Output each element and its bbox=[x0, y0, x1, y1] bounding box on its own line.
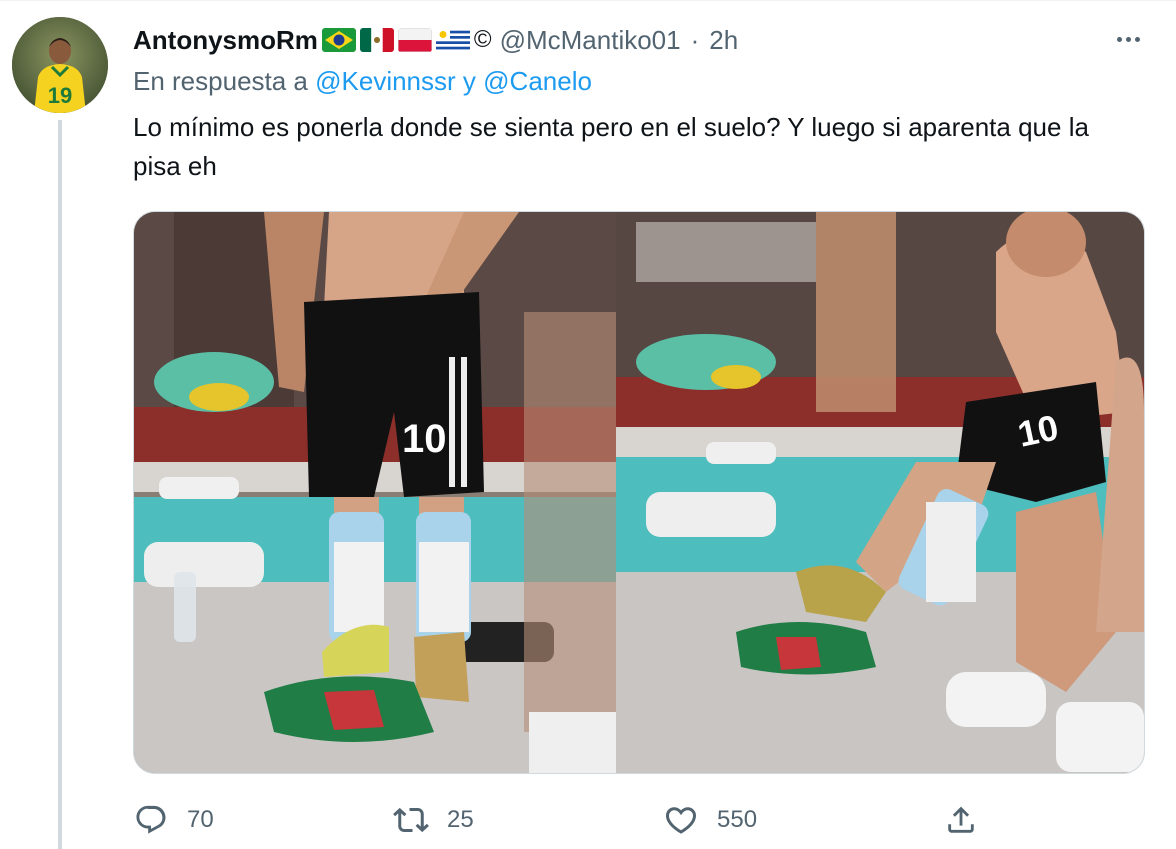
heart-icon bbox=[663, 802, 699, 838]
media-photo-left[interactable]: 10 bbox=[134, 212, 616, 773]
tweet[interactable]: 19 AntonysmoRm © @McMantiko01 · 2h En re… bbox=[0, 0, 1176, 849]
right-jersey-number: 10 bbox=[1014, 406, 1062, 454]
tweet-header: AntonysmoRm © @McMantiko01 · 2h bbox=[133, 22, 738, 58]
more-dot-icon bbox=[1116, 36, 1122, 42]
more-dot-icon bbox=[1134, 36, 1140, 42]
avatar-jersey-number: 19 bbox=[48, 83, 72, 108]
avatar-image: 19 bbox=[12, 17, 108, 113]
more-options-button[interactable] bbox=[1108, 24, 1148, 54]
retweet-button[interactable]: 25 bbox=[393, 796, 474, 844]
copyright-symbol: © bbox=[473, 26, 492, 53]
flag-mexico-icon bbox=[359, 28, 394, 52]
retweet-icon bbox=[393, 802, 429, 838]
share-icon bbox=[943, 802, 979, 838]
flag-brazil-icon bbox=[321, 28, 356, 52]
share-button[interactable] bbox=[943, 796, 979, 844]
flag-poland-icon bbox=[397, 28, 432, 52]
reply-conjunction: y bbox=[462, 66, 476, 96]
mention-canelo[interactable]: @Canelo bbox=[483, 66, 592, 96]
divider bbox=[0, 0, 1176, 1]
user-handle[interactable]: @McMantiko01 bbox=[500, 25, 681, 56]
reply-count: 70 bbox=[187, 806, 214, 833]
tweet-media[interactable]: 10 10 bbox=[133, 211, 1145, 774]
media-photo-right[interactable]: 10 bbox=[616, 212, 1144, 773]
more-dot-icon bbox=[1125, 36, 1131, 42]
reply-button[interactable]: 70 bbox=[133, 796, 214, 844]
retweet-count: 25 bbox=[447, 806, 474, 833]
timestamp[interactable]: 2h bbox=[709, 25, 738, 56]
thread-line bbox=[58, 120, 62, 849]
display-name[interactable]: AntonysmoRm bbox=[133, 25, 318, 56]
left-jersey-number: 10 bbox=[402, 417, 447, 461]
reply-context: En respuesta a @Kevinnssr y @Canelo bbox=[133, 66, 592, 97]
avatar[interactable]: 19 bbox=[12, 17, 108, 113]
mention-kevinnssr[interactable]: @Kevinnssr bbox=[315, 66, 456, 96]
like-count: 550 bbox=[717, 806, 758, 833]
like-button[interactable]: 550 bbox=[663, 796, 757, 844]
separator-dot: · bbox=[690, 24, 700, 55]
reply-prefix: En respuesta a bbox=[133, 66, 308, 96]
tweet-text: Lo mínimo es ponerla donde se sienta per… bbox=[133, 112, 1089, 181]
tweet-actions: 70 25 550 bbox=[133, 796, 1033, 844]
flag-uruguay-icon bbox=[435, 28, 470, 52]
flag-emojis bbox=[321, 28, 470, 52]
reply-icon bbox=[133, 802, 169, 838]
